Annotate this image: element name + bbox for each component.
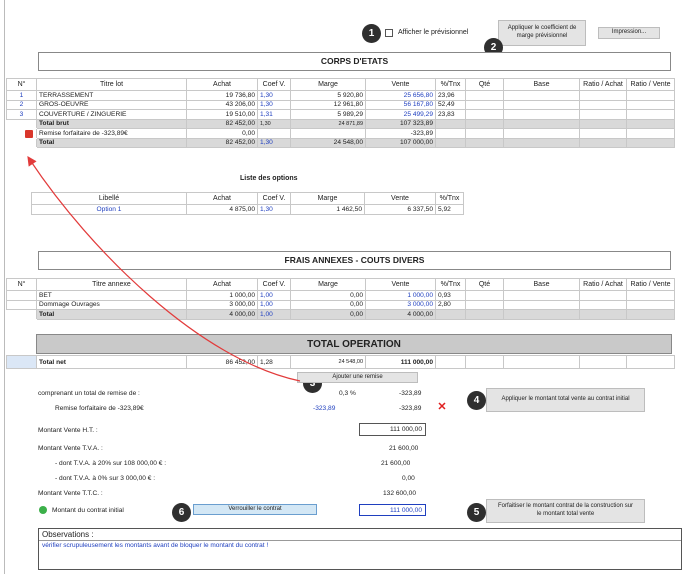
annotation-arrow [27,156,301,382]
